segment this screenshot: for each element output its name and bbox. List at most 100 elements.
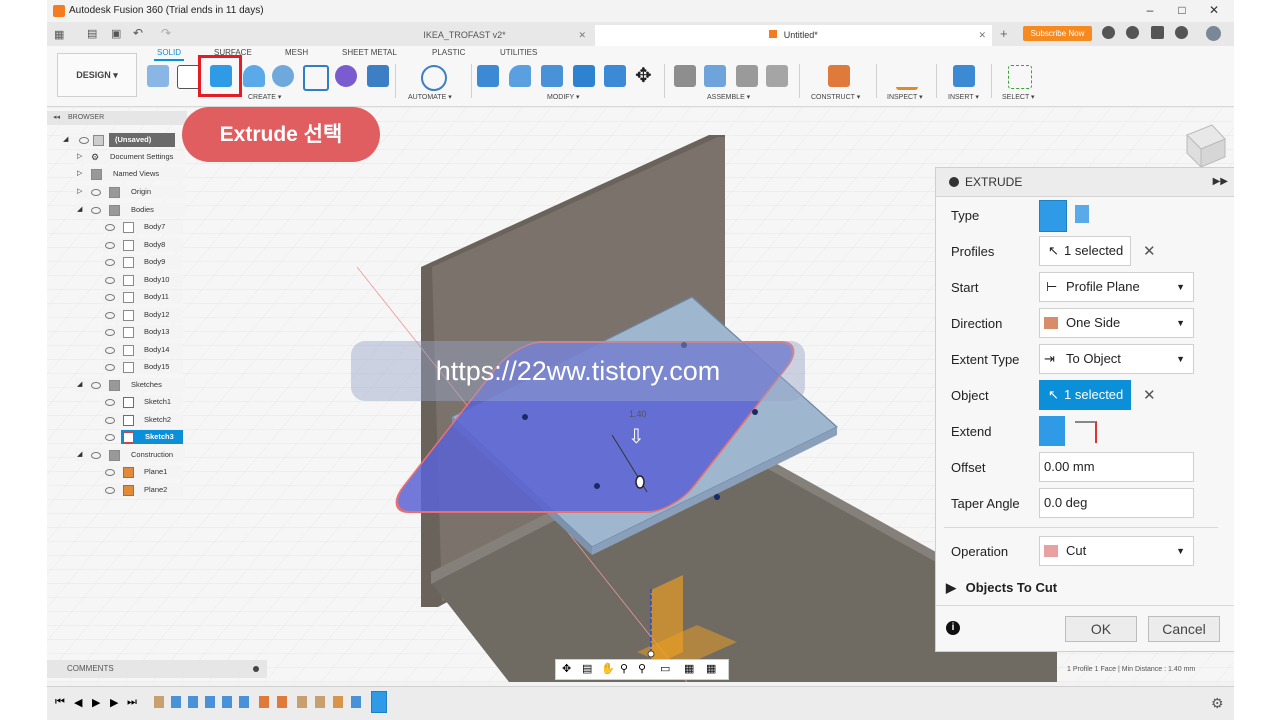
fillet-icon[interactable] [509,65,531,87]
redo-icon[interactable]: ↷ [161,26,171,40]
tree-node-body11[interactable]: Body11 [103,290,183,304]
grid-settings-icon[interactable]: ▦ [684,662,694,675]
tree-node-body9[interactable]: Body9 [103,255,183,269]
clear-object-icon[interactable]: ✕ [1143,386,1156,404]
tree-node-origin[interactable]: ▷ Origin [75,185,185,199]
timeline-feature-icon[interactable] [171,696,181,708]
tree-node-body14[interactable]: Body14 [103,343,183,357]
tree-node-plane2[interactable]: Plane2 [103,483,183,497]
play-icon[interactable]: ▶ [92,696,100,709]
expand-dialog-icon[interactable]: ▶▶ [1213,168,1228,196]
tab-close-icon[interactable]: ✕ [578,25,586,46]
hole-icon[interactable] [272,65,294,87]
visibility-icon[interactable] [105,364,115,371]
avatar[interactable] [1206,26,1221,41]
look-at-icon[interactable]: ▤ [582,662,592,675]
tree-node-body8[interactable]: Body8 [103,238,183,252]
timeline-feature-icon[interactable] [205,696,215,708]
collapse-icon[interactable]: ◂◂ [53,114,60,121]
object-selection[interactable]: ↖ 1 selected [1039,380,1131,410]
expand-icon[interactable]: ▷ [77,167,82,181]
tree-node-body12[interactable]: Body12 [103,308,183,322]
rigid-group-icon[interactable] [766,65,788,87]
visibility-icon[interactable] [105,224,115,231]
subscribe-button[interactable]: Subscribe Now [1023,26,1092,41]
visibility-icon[interactable] [91,382,101,389]
extent-type-select[interactable]: ⇥ To Object ▼ [1039,344,1194,374]
modify-group-label[interactable]: MODIFY ▾ [547,93,580,101]
start-select[interactable]: ⊢ Profile Plane ▼ [1039,272,1194,302]
taper-angle-input[interactable]: 0.0 deg [1039,488,1194,518]
visibility-icon[interactable] [105,469,115,476]
direction-select[interactable]: One Side ▼ [1039,308,1194,338]
visibility-icon[interactable] [105,277,115,284]
chamfer-icon[interactable] [541,65,563,87]
profiles-selection[interactable]: ↖ 1 selected [1039,236,1131,266]
next-step-icon[interactable]: ▶ [110,696,118,709]
expand-icon[interactable]: ◢ [77,203,82,217]
create-group-label[interactable]: CREATE ▾ [248,93,281,101]
tree-node-construction[interactable]: ◢ Construction [75,448,185,462]
objects-to-cut-section[interactable]: ▶ Objects To Cut [946,580,1057,596]
timeline-feature-icon[interactable] [222,696,232,708]
inspect-group-label[interactable]: INSPECT ▾ [887,93,923,101]
form-icon[interactable] [335,65,357,87]
clock-icon[interactable] [1126,26,1139,39]
expand-icon[interactable]: ◢ [77,378,82,392]
timeline-current-feature-icon[interactable] [371,691,387,713]
measure-icon[interactable] [896,65,918,90]
revolve-icon[interactable] [243,65,265,87]
timeline-feature-icon[interactable] [188,696,198,708]
cancel-button[interactable]: Cancel [1148,616,1220,642]
tree-node-document-settings[interactable]: ▷ ⚙ Document Settings [75,150,185,164]
browser-header[interactable]: ◂◂ BROWSER [47,109,259,125]
viewports-icon[interactable]: ▦ [706,662,716,675]
job-status-icon[interactable] [1102,26,1115,39]
construct-group-label[interactable]: CONSTRUCT ▾ [811,93,860,101]
offset-plane-icon[interactable] [828,65,850,87]
undo-icon[interactable]: ↶ [133,26,143,40]
visibility-icon[interactable] [105,329,115,336]
insert-group-label[interactable]: INSERT ▾ [948,93,979,101]
timeline-feature-icon[interactable] [297,696,307,708]
grid-icon[interactable]: ▦ [54,28,64,41]
tree-node-sketch2[interactable]: Sketch2 [103,413,183,427]
tab-solid[interactable]: SOLID [153,48,185,61]
minimize-button[interactable]: – [1135,3,1165,19]
assemble-group-label[interactable]: ASSEMBLE ▾ [707,93,750,101]
joint-icon[interactable] [674,65,696,87]
visibility-icon[interactable] [105,242,115,249]
pan-icon[interactable]: ✋ [601,662,615,675]
timeline-feature-icon[interactable] [239,696,249,708]
tab-sheet-metal[interactable]: SHEET METAL [342,48,397,57]
previous-step-icon[interactable]: ◀ [74,696,82,709]
tree-node-plane1[interactable]: Plane1 [103,465,183,479]
close-button[interactable]: ✕ [1199,3,1229,19]
tab-mesh[interactable]: MESH [285,48,308,57]
design-workspace-button[interactable]: DESIGN ▾ [57,53,137,97]
new-component-icon[interactable] [147,65,169,87]
tab-untitled[interactable]: Untitled* ✕ [595,25,992,46]
visibility-icon[interactable] [91,452,101,459]
tab-ikea-trofast[interactable]: IKEA_TROFAST v2* ✕ [337,25,592,46]
rectangular-pattern-icon[interactable] [303,65,329,91]
tree-node-body10[interactable]: Body10 [103,273,183,287]
visibility-icon[interactable] [105,487,115,494]
visibility-icon[interactable] [79,137,89,144]
ok-button[interactable]: OK [1065,616,1137,642]
tree-node-body13[interactable]: Body13 [103,325,183,339]
visibility-icon[interactable] [91,207,101,214]
tree-node-body15[interactable]: Body15 [103,360,183,374]
timeline-feature-icon[interactable] [351,696,361,708]
automate-icon[interactable] [421,65,447,91]
tree-node-named-views[interactable]: ▷ Named Views [75,167,185,181]
combine-icon[interactable] [367,65,389,87]
operation-select[interactable]: Cut ▼ [1039,536,1194,566]
visibility-icon[interactable] [105,294,115,301]
select-icon[interactable] [1008,65,1032,89]
tab-plastic[interactable]: PLASTIC [432,48,465,57]
expand-icon[interactable]: ◢ [63,133,68,147]
shell-icon[interactable] [573,65,595,87]
timeline-feature-icon[interactable] [333,696,343,708]
gear-icon[interactable]: ⚙ [1211,695,1224,712]
